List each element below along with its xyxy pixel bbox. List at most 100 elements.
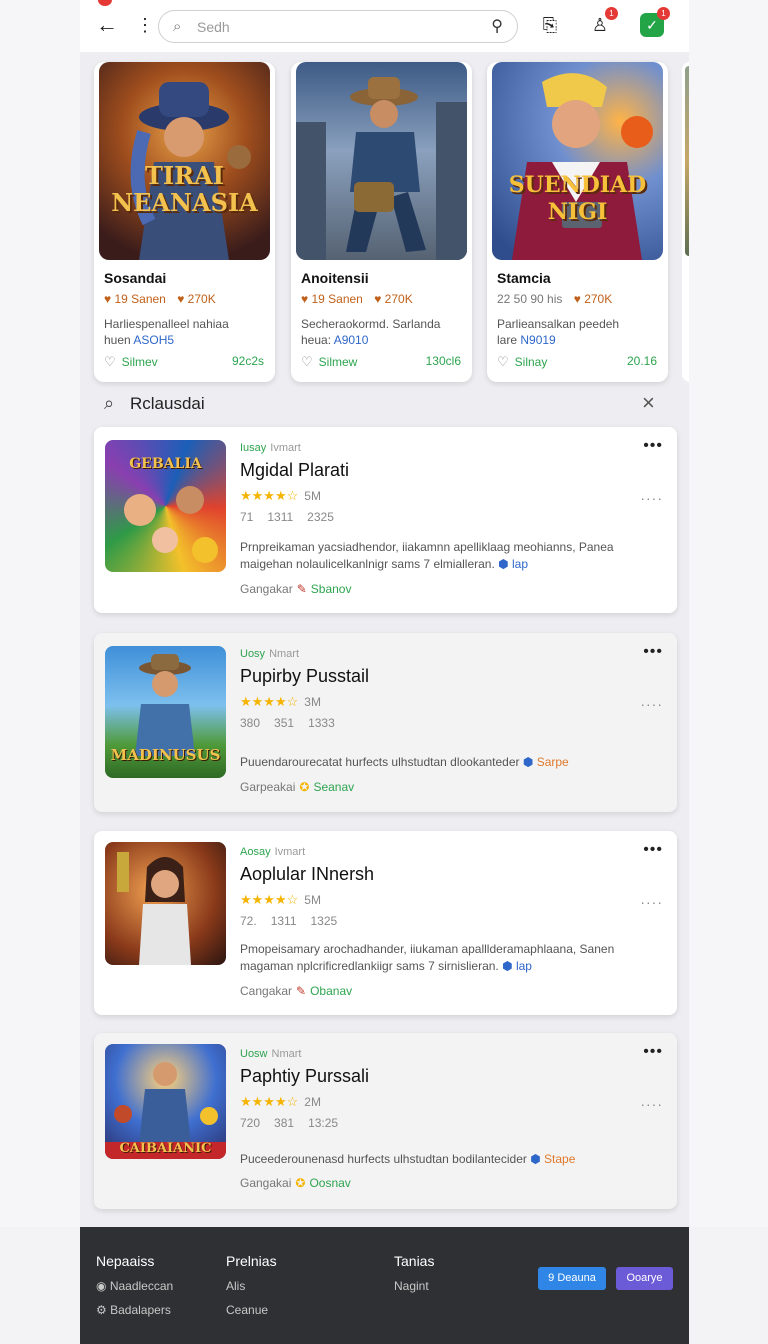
footer-action[interactable]: Oosnav — [309, 1176, 350, 1190]
footer-link[interactable]: ◉ Naadleccan — [96, 1279, 173, 1293]
featured-art: TIRAI NEANASIA — [99, 62, 270, 260]
list-item[interactable]: MADINUSUS Uosy Nmart Pupirby Pusstail ★★★… — [94, 633, 677, 812]
list-item[interactable]: CAIBAIANIC Uosw Nmart Paphtiy Purssali ★★… — [94, 1033, 677, 1209]
star-rating: ★★★★☆ — [240, 1094, 299, 1109]
list-numbers: 72. 1311 1325 — [240, 914, 351, 928]
hero-illustration — [296, 77, 467, 260]
featured-desc-link[interactable]: A9010 — [334, 333, 369, 347]
footer-label: Gangakar — [240, 582, 293, 596]
more-options-icon[interactable]: ···· — [640, 894, 663, 910]
list-footer: Gangakar ✎ Sbanov — [240, 582, 351, 596]
featured-desc: Parlieansalkan peedeh lare N9019 — [497, 316, 662, 348]
featured-desc-prefix: huen — [104, 333, 131, 347]
search-input[interactable]: Sedh — [197, 19, 230, 35]
featured-art-peek — [685, 66, 689, 256]
footer-action[interactable]: Sbanov — [311, 582, 352, 596]
featured-name: Stamcia — [497, 270, 551, 286]
desc-link[interactable]: Stape — [544, 1152, 575, 1166]
list-numbers: 380 351 1333 — [240, 716, 349, 730]
close-icon[interactable]: × — [642, 390, 655, 416]
list-rating: ★★★★☆ 2M — [240, 1094, 321, 1110]
shield-icon[interactable]: ✓ 1 — [640, 7, 670, 37]
more-options-icon[interactable]: ···· — [640, 1096, 663, 1112]
more-menu-icon[interactable]: ••• — [643, 841, 663, 859]
list-category: Uosw Nmart — [240, 1048, 301, 1060]
desc-line: maigehan nolaulicelkanlnigr sams 7 elmia… — [240, 557, 495, 571]
top-bar: ← ⋮ ⌕ Sedh ⚲ ⎘ ♙ 1 ✓ 1 — [80, 0, 689, 52]
desc-link[interactable]: Sarpe — [537, 755, 569, 769]
mic-icon[interactable]: ⚲ — [491, 16, 503, 36]
featured-desc-link[interactable]: N9019 — [520, 333, 555, 347]
heart-icon: ♥ — [104, 292, 112, 306]
list-number: 1333 — [308, 716, 335, 730]
desc-link[interactable]: lap — [516, 959, 532, 973]
desc-line: Puuendarourecatat hurfects ulhstudtan dl… — [240, 755, 520, 769]
heart-outline-icon[interactable]: ♡ — [104, 354, 116, 369]
section-title: Rclausdai — [130, 394, 205, 413]
footer-link[interactable]: Nagint — [394, 1279, 429, 1293]
footer-link[interactable]: ⚙ Badalapers — [96, 1303, 171, 1317]
footer-label: Garpeakai — [240, 780, 296, 794]
featured-card[interactable]: SUENDIAD NIGI Stamcia 22 50 90 his ♥ 270… — [487, 62, 668, 382]
footer-secondary-button[interactable]: Ooarye — [616, 1267, 673, 1290]
featured-card-peek[interactable] — [682, 62, 689, 382]
featured-foot-left[interactable]: Silmew — [319, 355, 358, 369]
footer-link[interactable]: Alis — [226, 1279, 245, 1293]
more-options-icon[interactable]: ···· — [640, 490, 663, 506]
list-description: Prnpreikaman yacsiadhendor, iiakamnn ape… — [240, 539, 660, 573]
footer-col-title: Nepaaiss — [96, 1253, 155, 1269]
footer-col-title: Prelnias — [226, 1253, 277, 1269]
footer-action[interactable]: Obanav — [310, 984, 352, 998]
footer-primary-button[interactable]: 9 Deauna — [538, 1267, 606, 1290]
list-number: 13:25 — [308, 1116, 339, 1130]
footer-col-title: Tanias — [394, 1253, 435, 1269]
stat-likes: 270K — [187, 292, 216, 306]
heart-outline-icon[interactable]: ♡ — [497, 354, 509, 369]
footer-link[interactable]: Ceanue — [226, 1303, 268, 1317]
featured-foot-right: 92c2s — [231, 354, 264, 368]
featured-foot-right: 130cl6 — [425, 354, 461, 368]
download-count: 3M — [304, 695, 321, 709]
heart-icon: ♥ — [573, 292, 581, 306]
desc-line: Puceederounenasd hurfects ulhstudtan bod… — [240, 1152, 527, 1166]
back-arrow-icon[interactable]: ← — [96, 12, 120, 38]
list-rating: ★★★★☆ 5M — [240, 488, 321, 504]
featured-foot-left[interactable]: Silmev — [122, 355, 158, 369]
desc-link[interactable]: lap — [512, 557, 528, 571]
list-category: Aosay Ivmart — [240, 846, 305, 858]
more-options-icon[interactable]: ···· — [640, 696, 663, 712]
stat-likes: 270K — [584, 292, 613, 306]
category-label: Iusay — [240, 442, 267, 454]
user-icon[interactable]: ♙ 1 — [588, 7, 618, 37]
more-menu-icon[interactable]: ••• — [643, 437, 663, 455]
featured-name: Anoitensii — [301, 270, 369, 286]
heart-outline-icon[interactable]: ♡ — [301, 354, 313, 369]
list-title[interactable]: Aoplular INnersh — [240, 864, 374, 885]
list-description: Puuendarourecatat hurfects ulhstudtan dl… — [240, 754, 660, 771]
more-menu-icon[interactable]: ••• — [643, 643, 663, 661]
footer-action[interactable]: Seanav — [313, 780, 354, 794]
list-title[interactable]: Paphtiy Purssali — [240, 1066, 369, 1087]
more-menu-icon[interactable]: ••• — [643, 1043, 663, 1061]
list-item[interactable]: GEBALIA Iusay Ivmart Mgidal Plarati ★★★★☆… — [94, 427, 677, 613]
list-title[interactable]: Pupirby Pusstail — [240, 666, 369, 687]
search-bar[interactable]: ⌕ Sedh ⚲ — [158, 10, 518, 43]
user-badge: 1 — [605, 7, 618, 20]
list-title[interactable]: Mgidal Plarati — [240, 460, 349, 481]
list-number: 72. — [240, 914, 257, 928]
category-label: Aosay — [240, 846, 271, 858]
featured-card[interactable]: Anoitensii ♥ 19 Sanen ♥ 270K Secheraokor… — [291, 62, 472, 382]
category-sub: Ivmart — [270, 442, 301, 454]
list-item[interactable]: Aosay Ivmart Aoplular INnersh ★★★★☆ 5M 72.… — [94, 831, 677, 1015]
featured-foot-left[interactable]: Silnay — [515, 355, 548, 369]
featured-card[interactable]: TIRAI NEANASIA Sosandai ♥ 19 Sanen ♥ 270… — [94, 62, 275, 382]
featured-desc-link[interactable]: ASOH5 — [133, 333, 174, 347]
list-number: 1311 — [267, 510, 294, 524]
featured-art-title: SUENDIAD NIGI — [508, 172, 647, 225]
list-number: 2325 — [307, 510, 334, 524]
featured-stats: 22 50 90 his ♥ 270K — [497, 292, 612, 306]
list-thumbnail — [105, 842, 226, 965]
kebab-icon[interactable]: ⋮ — [136, 12, 154, 38]
stat-players: 19 Sanen — [311, 292, 363, 306]
bookmark-icon[interactable]: ⎘ — [538, 13, 562, 37]
